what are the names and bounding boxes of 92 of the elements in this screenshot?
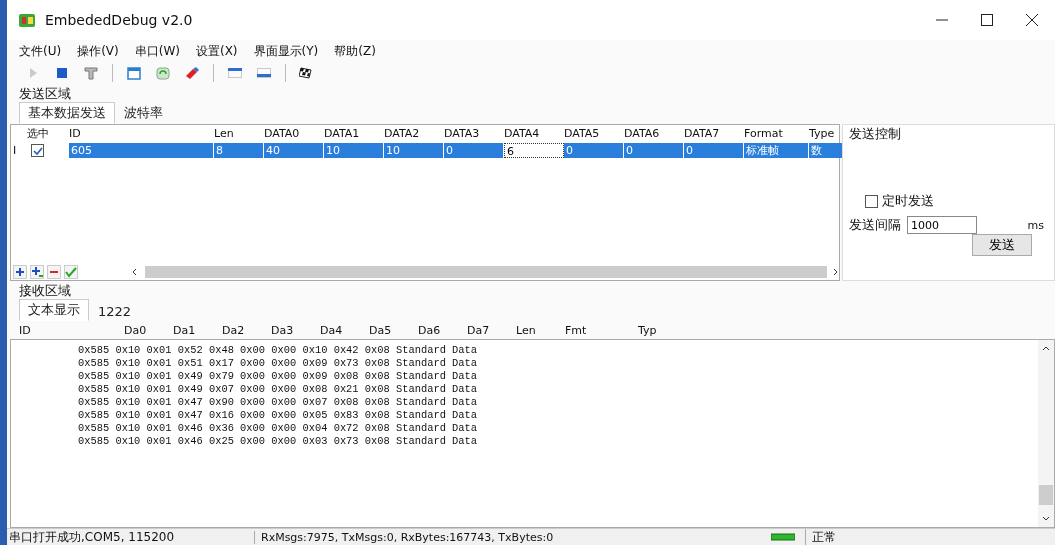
vertical-scrollbar[interactable] (1038, 340, 1054, 527)
scroll-thumb[interactable] (145, 266, 827, 278)
scroll-up-icon[interactable] (1041, 344, 1051, 352)
column-header: ID (19, 323, 32, 337)
send-button[interactable]: 发送 (972, 234, 1032, 256)
table-cell: 0 (624, 143, 684, 158)
section-label: 发送区域 (18, 85, 72, 103)
message-line: 0x585 0x10 0x01 0x51 0x17 0x00 0x00 0x09 0x73 0x08 Standard Data (78, 357, 479, 370)
notepad-icon[interactable] (126, 65, 142, 81)
column-header: DATA1 (324, 127, 361, 140)
column-header: Fmt (565, 323, 588, 337)
status-state: 正常 (805, 528, 836, 545)
column-header: Len (214, 127, 235, 140)
eraser-icon[interactable] (184, 65, 200, 81)
checkbox-label: 定时发送 (882, 192, 934, 210)
message-line: 0x585 0x10 0x01 0x47 0x90 0x00 0x00 0x07 0x08 0x08 Standard Data (78, 396, 479, 409)
scroll-right-icon[interactable] (831, 268, 839, 276)
maximize-icon[interactable] (980, 13, 994, 27)
column-header: DATA5 (564, 127, 601, 140)
column-header: DATA3 (444, 127, 481, 140)
menu-item[interactable]: 串口(W) (134, 42, 180, 60)
row-marker: I (12, 144, 18, 157)
column-header: Typ (638, 323, 658, 337)
column-header: Type (809, 127, 836, 140)
panel-title: 发送控制 (849, 125, 902, 143)
column-header: DATA2 (384, 127, 421, 140)
table-cell: 6 (504, 143, 564, 158)
status-counters: RxMsgs:7975, TxMsgs:0, RxBytes:167743, TxBytes:0 (254, 530, 761, 544)
panel-icon[interactable] (227, 65, 243, 81)
stop-icon[interactable] (54, 65, 70, 81)
column-header: DATA7 (684, 127, 721, 140)
remove-icon[interactable] (47, 265, 61, 279)
message-line: 0x585 0x10 0x01 0x49 0x79 0x00 0x00 0x09 0x08 0x08 Standard Data (78, 370, 479, 383)
unit-label: ms (1027, 218, 1044, 232)
panel-icon[interactable] (256, 65, 272, 81)
menu-item[interactable]: 操作(V) (77, 42, 119, 60)
horizontal-scrollbar[interactable] (131, 265, 839, 279)
column-header: DATA4 (504, 127, 541, 140)
add-icon[interactable] (13, 265, 27, 279)
table-cell: 10 (324, 143, 384, 158)
table-cell: 0 (684, 143, 744, 158)
window-title: EmbededDebug v2.0 (45, 12, 193, 28)
table-cell: 605 (69, 143, 214, 158)
column-header: Da2 (222, 323, 246, 337)
checkered-flag-icon[interactable] (299, 65, 315, 81)
tab[interactable]: 基本数据发送 (19, 102, 115, 124)
scroll-thumb[interactable] (1039, 485, 1053, 505)
table-cell: 0 (444, 143, 504, 158)
close-icon[interactable] (1025, 13, 1039, 27)
message-line: 0x585 0x10 0x01 0x52 0x48 0x00 0x00 0x10 0x42 0x08 Standard Data (78, 344, 479, 357)
message-line: 0x585 0x10 0x01 0x46 0x36 0x00 0x00 0x04 0x72 0x08 Standard Data (78, 422, 479, 435)
menu-item[interactable]: 设置(X) (195, 42, 238, 60)
column-header: Len (516, 323, 537, 337)
table-cell: 0 (564, 143, 624, 158)
check-icon[interactable] (64, 265, 78, 279)
column-header: Da6 (418, 323, 442, 337)
column-header: Da7 (467, 323, 491, 337)
table-cell: 40 (264, 143, 324, 158)
table-cell: 10 (384, 143, 444, 158)
section-label: 接收区域 (18, 282, 72, 300)
table-cell: 标准帧 (744, 143, 809, 158)
column-header: ID (69, 127, 82, 140)
column-header: Da3 (271, 323, 295, 337)
menu-item[interactable]: 界面显示(Y) (253, 42, 319, 60)
message-line: 0x585 0x10 0x01 0x47 0x16 0x00 0x00 0x05 0x83 0x08 Standard Data (78, 409, 479, 422)
checkbox[interactable] (31, 144, 44, 157)
checkbox[interactable] (865, 194, 878, 208)
tab[interactable]: 1222 (89, 302, 141, 321)
column-header: 选中 (27, 126, 50, 141)
message-line: 0x585 0x10 0x01 0x46 0x25 0x00 0x00 0x03 0x73 0x08 Standard Data (78, 435, 479, 448)
menu-item[interactable]: 文件(U) (19, 42, 62, 60)
table-cell: 8 (214, 143, 264, 158)
column-header: Da5 (369, 323, 393, 337)
column-header: Da1 (173, 323, 197, 337)
column-header: Format (744, 127, 784, 140)
recycle-icon[interactable] (155, 65, 171, 81)
tab[interactable]: 文本显示 (19, 299, 89, 321)
tab[interactable]: 波特率 (115, 102, 172, 124)
column-header: DATA0 (264, 127, 301, 140)
status-text: 串口打开成功,COM5, 115200 (8, 528, 176, 545)
message-line: 0x585 0x10 0x01 0x49 0x07 0x00 0x00 0x08 0x21 0x08 Standard Data (78, 383, 479, 396)
scroll-left-icon[interactable] (131, 268, 139, 276)
menu-item[interactable]: 帮助(Z) (334, 42, 376, 60)
add-row-icon[interactable] (30, 265, 44, 279)
field-label: 发送间隔 (849, 216, 901, 234)
hammer-icon[interactable] (83, 65, 99, 81)
scroll-down-icon[interactable] (1041, 515, 1051, 523)
column-header: Da4 (320, 323, 344, 337)
interval-field[interactable]: 1000 (907, 216, 977, 234)
column-header: Da0 (124, 323, 148, 337)
column-header: DATA6 (624, 127, 661, 140)
status-led-icon (771, 533, 795, 541)
